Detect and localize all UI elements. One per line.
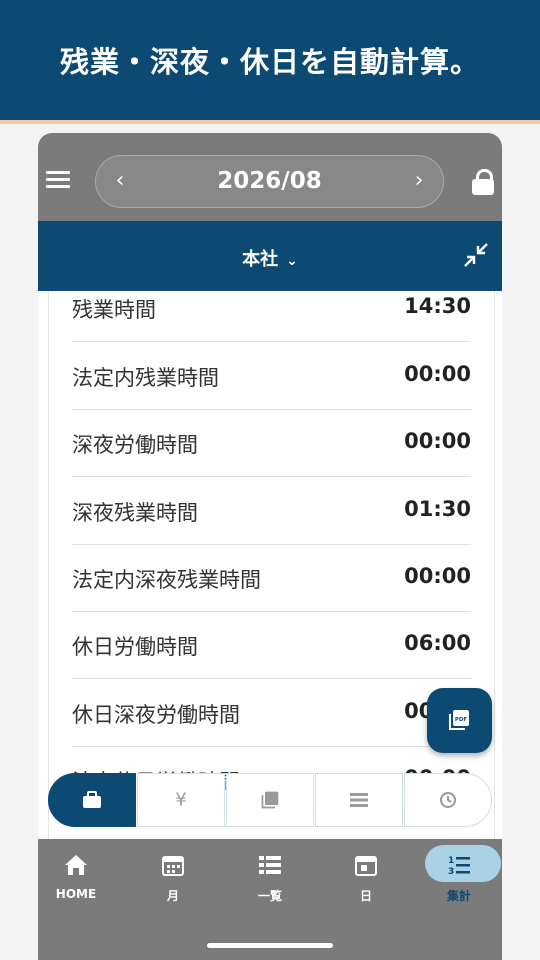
list-icon: [350, 793, 368, 807]
briefcase-icon: [83, 791, 101, 808]
nav-month[interactable]: 月: [127, 839, 219, 909]
item-value: 14:30: [404, 294, 471, 318]
nav-label: HOME: [55, 887, 97, 901]
list-item: 残業時間 14:30: [72, 291, 471, 342]
pdf-export-button[interactable]: PDF: [427, 688, 492, 753]
calendar-month-icon: [162, 856, 184, 876]
nav-summary[interactable]: 13 集計: [413, 839, 502, 909]
nav-home[interactable]: HOME: [38, 839, 122, 909]
item-label: 休日労働時間: [72, 635, 198, 659]
item-label: 深夜残業時間: [72, 501, 198, 525]
collapse-icon[interactable]: [462, 241, 490, 269]
yen-icon: ¥: [175, 789, 187, 811]
list-item: 休日深夜労働時間 00:00: [72, 679, 471, 747]
promo-banner: 残業・深夜・休日を自動計算。: [0, 0, 540, 120]
item-value: 01:30: [404, 497, 471, 521]
home-indicator[interactable]: [207, 943, 333, 948]
item-label: 深夜労働時間: [72, 433, 198, 457]
item-label: 休日深夜労働時間: [72, 703, 240, 727]
segment-history[interactable]: [404, 773, 492, 827]
list-icon: [259, 856, 281, 874]
list-item: 休日労働時間 06:00: [72, 611, 471, 679]
banner-divider: [0, 120, 540, 124]
nav-day[interactable]: 日: [320, 839, 412, 909]
lock-icon[interactable]: [472, 169, 494, 195]
item-value: 06:00: [404, 631, 471, 655]
branch-bar: 本社 ⌄: [38, 221, 502, 291]
summary-icon: 13: [448, 856, 470, 877]
item-label: 法定内深夜残業時間: [72, 568, 261, 592]
pdf-icon: [261, 791, 279, 809]
branch-selector[interactable]: 本社 ⌄: [38, 245, 502, 271]
svg-text:PDF: PDF: [455, 717, 468, 723]
list-item: 法定内深夜残業時間 00:00: [72, 544, 471, 612]
list-item: 深夜労働時間 00:00: [72, 409, 471, 477]
list-item: 法定内残業時間 00:00: [72, 342, 471, 410]
next-month-button[interactable]: ›: [405, 167, 433, 195]
top-bar: ‹ 2026/08 ›: [38, 133, 502, 221]
app-screen: ‹ 2026/08 › 本社 ⌄ 残業時間 14:30 法定内残業時間 00:00: [38, 133, 502, 960]
item-label: 残業時間: [72, 298, 156, 322]
pdf-icon: PDF: [449, 710, 469, 730]
current-month: 2026/08: [217, 168, 322, 194]
nav-label: 月: [166, 889, 179, 903]
item-value: 00:00: [404, 362, 471, 386]
menu-icon[interactable]: [46, 171, 70, 189]
nav-list[interactable]: 一覧: [224, 839, 316, 909]
svg-text:1: 1: [448, 856, 454, 866]
segment-work[interactable]: [48, 773, 136, 827]
list-item: 深夜残業時間 01:30: [72, 477, 471, 545]
item-value: 00:00: [404, 564, 471, 588]
banner-title: 残業・深夜・休日を自動計算。: [59, 45, 480, 79]
history-icon: [440, 792, 456, 808]
svg-text:3: 3: [448, 867, 454, 877]
nav-label: 日: [359, 889, 372, 903]
summary-list: 残業時間 14:30 法定内残業時間 00:00 深夜労働時間 00:00 深夜…: [48, 291, 495, 841]
home-icon: [65, 855, 87, 875]
calendar-day-icon: [355, 856, 377, 876]
segment-pdf[interactable]: [226, 773, 314, 827]
view-segments: ¥: [48, 773, 493, 829]
nav-label: 集計: [446, 889, 471, 903]
segment-list[interactable]: [315, 773, 403, 827]
item-label: 法定内残業時間: [72, 366, 219, 390]
branch-name: 本社: [242, 249, 279, 270]
nav-label: 一覧: [257, 889, 282, 903]
item-value: 00:00: [404, 429, 471, 453]
bottom-nav: HOME 月 一覧 日 13 集計: [38, 839, 502, 960]
chevron-down-icon: ⌄: [286, 253, 298, 269]
month-navigator: ‹ 2026/08 ›: [95, 155, 444, 208]
segment-salary[interactable]: ¥: [137, 773, 225, 827]
